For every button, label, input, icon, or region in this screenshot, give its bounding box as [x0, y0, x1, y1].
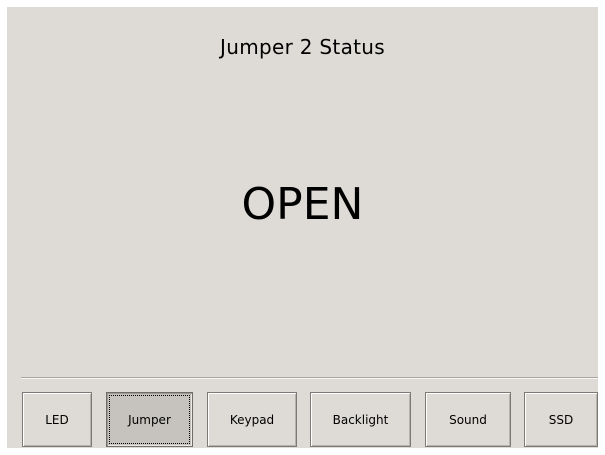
jumper-button-label: Jumper: [109, 395, 190, 444]
sound-button-label: Sound: [449, 412, 487, 427]
led-button-label: LED: [45, 412, 69, 427]
jumper-button[interactable]: Jumper: [106, 392, 193, 447]
keypad-button-label: Keypad: [229, 412, 275, 427]
keypad-button[interactable]: Keypad: [207, 392, 297, 447]
ssd-button-label: SSD: [548, 412, 574, 427]
ssd-button[interactable]: SSD: [524, 392, 598, 447]
page-title: Jumper 2 Status: [220, 35, 385, 59]
jumper-status-value: OPEN: [241, 179, 364, 230]
sound-button[interactable]: Sound: [425, 392, 511, 447]
led-button[interactable]: LED: [22, 392, 92, 447]
backlight-button-label: Backlight: [332, 412, 389, 427]
app-window: Jumper 2 Status OPEN LED Jumper Keypad B…: [7, 7, 598, 448]
backlight-button[interactable]: Backlight: [310, 392, 411, 447]
divider: [21, 377, 598, 379]
